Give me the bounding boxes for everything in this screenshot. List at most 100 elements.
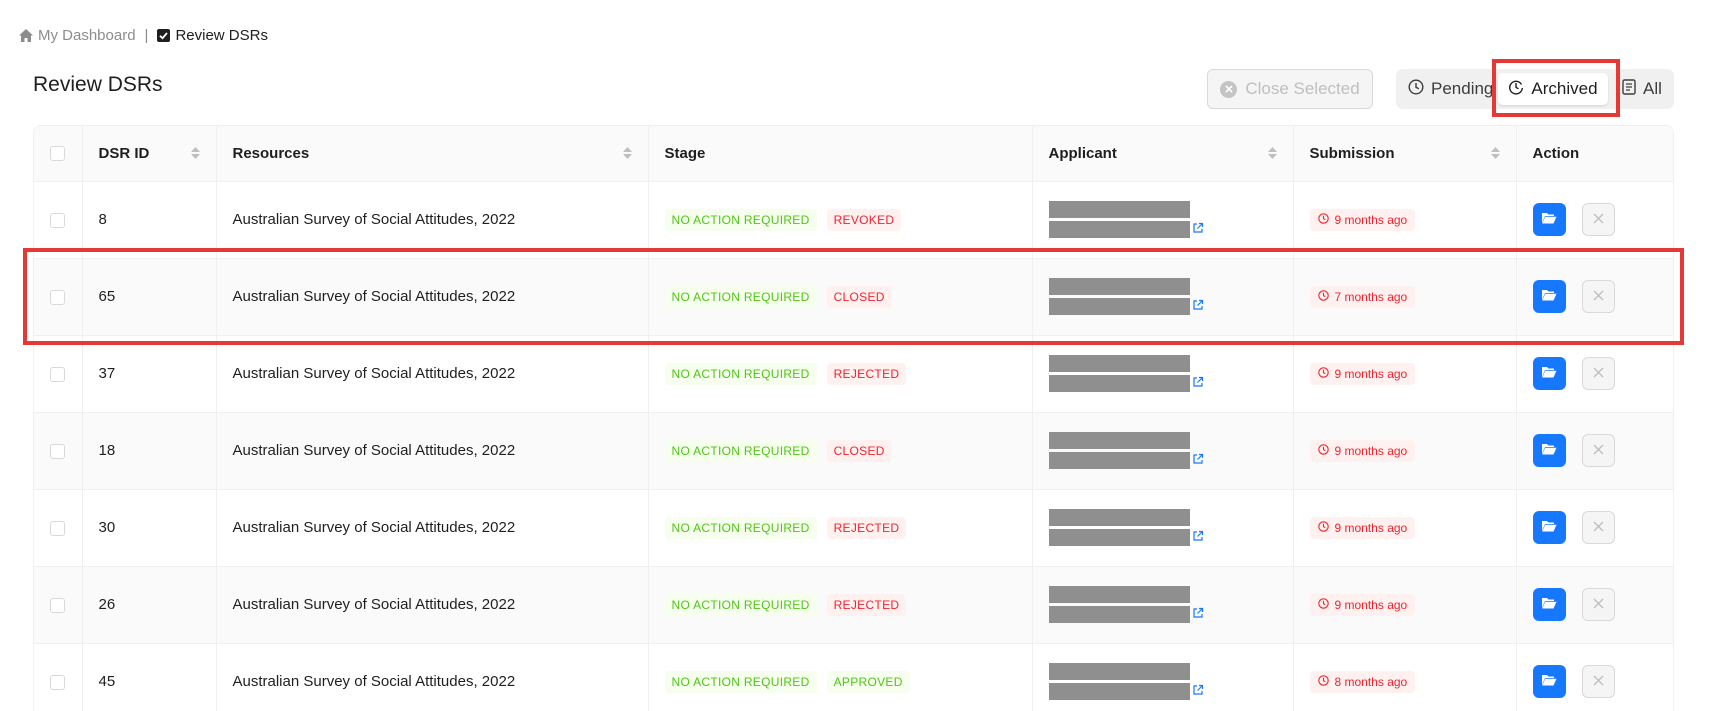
- close-icon: [1593, 519, 1604, 536]
- clock-icon: [1317, 674, 1329, 689]
- column-header-id[interactable]: DSR ID: [82, 126, 217, 182]
- open-dsr-button[interactable]: [1532, 511, 1566, 544]
- close-selected-label: Close Selected: [1245, 79, 1360, 98]
- dsr-id: 37: [98, 365, 116, 382]
- folder-open-icon: [1541, 211, 1557, 228]
- submission-cell: 9 months ago: [1293, 335, 1517, 413]
- sort-icon: [622, 147, 632, 160]
- row-select-cell: [34, 335, 83, 413]
- redacted-applicant-name: [1048, 509, 1190, 526]
- table-row[interactable]: 37 Australian Survey of Social Attitudes…: [34, 335, 1673, 413]
- close-icon: [1593, 365, 1604, 382]
- close-dsr-button[interactable]: [1581, 665, 1615, 698]
- external-link-icon[interactable]: [1192, 221, 1204, 238]
- dsr-id-cell: 45: [82, 643, 217, 711]
- dsr-id-cell: 37: [82, 335, 217, 413]
- sort-icon: [1267, 147, 1277, 160]
- applicant-redacted: [1048, 663, 1277, 700]
- clock-icon: [1317, 597, 1329, 612]
- row-actions: [1532, 665, 1660, 698]
- applicant-redacted: [1048, 355, 1277, 392]
- open-dsr-button[interactable]: [1532, 357, 1566, 390]
- submission-time-tag: 9 months ago: [1309, 208, 1416, 231]
- redacted-applicant-email: [1048, 375, 1190, 392]
- table-row[interactable]: 45 Australian Survey of Social Attitudes…: [34, 643, 1673, 711]
- stage-cell: NO ACTION REQUIRED REVOKED: [648, 181, 1033, 259]
- applicant-redacted: [1048, 586, 1277, 623]
- submission-time-tag: 9 months ago: [1309, 362, 1416, 385]
- status-tag: REJECTED: [826, 516, 907, 539]
- table-header-row: DSR ID Resources Stage Applicant Submiss…: [34, 126, 1673, 182]
- column-header-action: Action: [1516, 126, 1673, 182]
- submission-time: 8 months ago: [1334, 674, 1408, 689]
- redacted-applicant-name: [1048, 663, 1190, 680]
- close-dsr-button[interactable]: [1581, 357, 1615, 390]
- breadcrumb-current-label: Review DSRs: [175, 27, 268, 44]
- close-dsr-button[interactable]: [1581, 203, 1615, 236]
- archived-filter-highlight: [1492, 59, 1620, 117]
- action-cell: [1516, 643, 1673, 711]
- close-dsr-button[interactable]: [1581, 588, 1615, 621]
- stage-cell: NO ACTION REQUIRED REJECTED: [648, 566, 1033, 644]
- breadcrumb: My Dashboard | Review DSRs: [19, 27, 268, 44]
- action-cell: [1516, 181, 1673, 259]
- open-dsr-button[interactable]: [1532, 434, 1566, 467]
- row-actions: [1532, 203, 1660, 236]
- row-checkbox[interactable]: [50, 366, 66, 382]
- open-dsr-button[interactable]: [1532, 665, 1566, 698]
- close-dsr-button[interactable]: [1581, 434, 1615, 467]
- table-row[interactable]: 26 Australian Survey of Social Attitudes…: [34, 566, 1673, 644]
- external-link-icon[interactable]: [1192, 529, 1204, 546]
- dsr-id-cell: 8: [82, 181, 217, 259]
- status-tag: REVOKED: [826, 208, 902, 231]
- applicant-redacted: [1048, 432, 1277, 469]
- dsr-id-cell: 18: [82, 412, 217, 490]
- column-header-applicant[interactable]: Applicant: [1032, 126, 1294, 182]
- row-checkbox[interactable]: [50, 520, 66, 536]
- breadcrumb-home[interactable]: My Dashboard: [19, 27, 136, 44]
- open-dsr-button[interactable]: [1532, 588, 1566, 621]
- folder-open-icon: [1541, 673, 1557, 690]
- filter-all[interactable]: All: [1622, 73, 1662, 105]
- filter-pending[interactable]: Pending: [1408, 73, 1493, 105]
- submission-time: 9 months ago: [1334, 597, 1408, 612]
- submission-cell: 8 months ago: [1293, 643, 1517, 711]
- submission-time: 9 months ago: [1334, 443, 1408, 458]
- close-selected-button[interactable]: Close Selected: [1207, 69, 1373, 109]
- external-link-icon[interactable]: [1192, 683, 1204, 700]
- applicant-cell: [1032, 335, 1294, 413]
- clock-icon: [1317, 366, 1329, 381]
- stage-cell: NO ACTION REQUIRED CLOSED: [648, 412, 1033, 490]
- table-row[interactable]: 18 Australian Survey of Social Attitudes…: [34, 412, 1673, 490]
- close-dsr-button[interactable]: [1581, 511, 1615, 544]
- column-header-submission[interactable]: Submission: [1293, 126, 1517, 182]
- select-all-checkbox[interactable]: [50, 146, 66, 162]
- row-checkbox[interactable]: [50, 674, 66, 690]
- column-header-id-label: DSR ID: [98, 144, 150, 162]
- sort-icon: [1490, 147, 1500, 160]
- close-icon: [1593, 442, 1604, 459]
- close-icon: [1593, 596, 1604, 613]
- resource-name: Australian Survey of Social Attitudes, 2…: [232, 442, 516, 459]
- folder-open-icon: [1541, 442, 1557, 459]
- table-row[interactable]: 8 Australian Survey of Social Attitudes,…: [34, 181, 1673, 259]
- row-checkbox[interactable]: [50, 597, 66, 613]
- column-header-resources[interactable]: Resources: [216, 126, 649, 182]
- row-checkbox[interactable]: [50, 212, 66, 228]
- submission-time-tag: 9 months ago: [1309, 439, 1416, 462]
- submission-time-tag: 8 months ago: [1309, 670, 1416, 693]
- open-dsr-button[interactable]: [1532, 203, 1566, 236]
- resource-cell: Australian Survey of Social Attitudes, 2…: [216, 489, 649, 567]
- external-link-icon[interactable]: [1192, 375, 1204, 392]
- submission-time-tag: 9 months ago: [1309, 516, 1416, 539]
- submission-cell: 9 months ago: [1293, 489, 1517, 567]
- row-checkbox[interactable]: [50, 443, 66, 459]
- dsr-id: 30: [98, 519, 116, 536]
- external-link-icon[interactable]: [1192, 452, 1204, 469]
- close-icon: [1593, 211, 1604, 228]
- table-row[interactable]: 30 Australian Survey of Social Attitudes…: [34, 489, 1673, 567]
- resource-cell: Australian Survey of Social Attitudes, 2…: [216, 181, 649, 259]
- external-link-icon[interactable]: [1192, 606, 1204, 623]
- column-header-stage-label: Stage: [664, 144, 706, 162]
- redacted-applicant-email: [1048, 606, 1190, 623]
